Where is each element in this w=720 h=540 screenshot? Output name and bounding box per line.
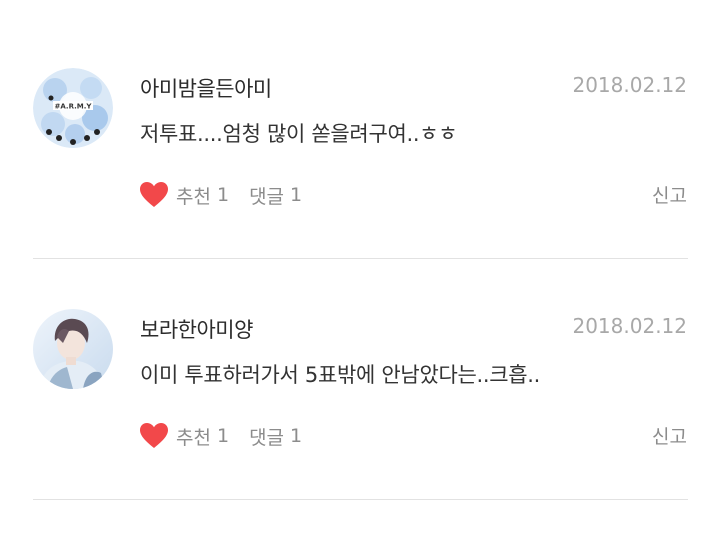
nickname[interactable]: 보라한아미양 bbox=[140, 314, 253, 344]
comment-text: 이미 투표하러가서 5표밖에 안남았다는..크흡.. bbox=[140, 363, 541, 387]
like-count: 1 bbox=[216, 184, 230, 206]
heart-icon[interactable] bbox=[140, 423, 168, 449]
comment-date: 2018.02.12 bbox=[572, 314, 687, 338]
like-label[interactable]: 추천 bbox=[176, 423, 211, 450]
like-label[interactable]: 추천 bbox=[176, 182, 211, 209]
comment-item: #A.R.M.Y 아미밤을든아미 2018.02.12 저투표....엄청 많이… bbox=[0, 18, 720, 259]
divider bbox=[33, 499, 688, 500]
comment-item: 보라한아미양 2018.02.12 이미 투표하러가서 5표밖에 안남았다는..… bbox=[0, 259, 720, 500]
report-button[interactable]: 신고 bbox=[652, 181, 687, 208]
reply-button[interactable]: 댓글 bbox=[249, 182, 284, 209]
person-photo-avatar-icon bbox=[33, 309, 113, 389]
avatar[interactable]: #A.R.M.Y bbox=[33, 68, 113, 148]
like-count: 1 bbox=[216, 425, 230, 447]
army-bomb-avatar-icon: #A.R.M.Y bbox=[33, 68, 113, 148]
comment-text: 저투표....엄청 많이 쏟을려구여..ㅎㅎ bbox=[140, 122, 458, 146]
report-button[interactable]: 신고 bbox=[652, 422, 687, 449]
svg-text:#A.R.M.Y: #A.R.M.Y bbox=[55, 103, 93, 111]
nickname[interactable]: 아미밤을든아미 bbox=[140, 73, 272, 103]
avatar[interactable] bbox=[33, 309, 113, 389]
reply-count: 1 bbox=[290, 184, 303, 206]
heart-icon[interactable] bbox=[140, 182, 168, 208]
reply-button[interactable]: 댓글 bbox=[249, 423, 284, 450]
comment-date: 2018.02.12 bbox=[572, 73, 687, 97]
reply-count: 1 bbox=[290, 425, 303, 447]
comment-actions: 추천 1 댓글 1 bbox=[140, 421, 302, 451]
comment-actions: 추천 1 댓글 1 bbox=[140, 180, 302, 210]
